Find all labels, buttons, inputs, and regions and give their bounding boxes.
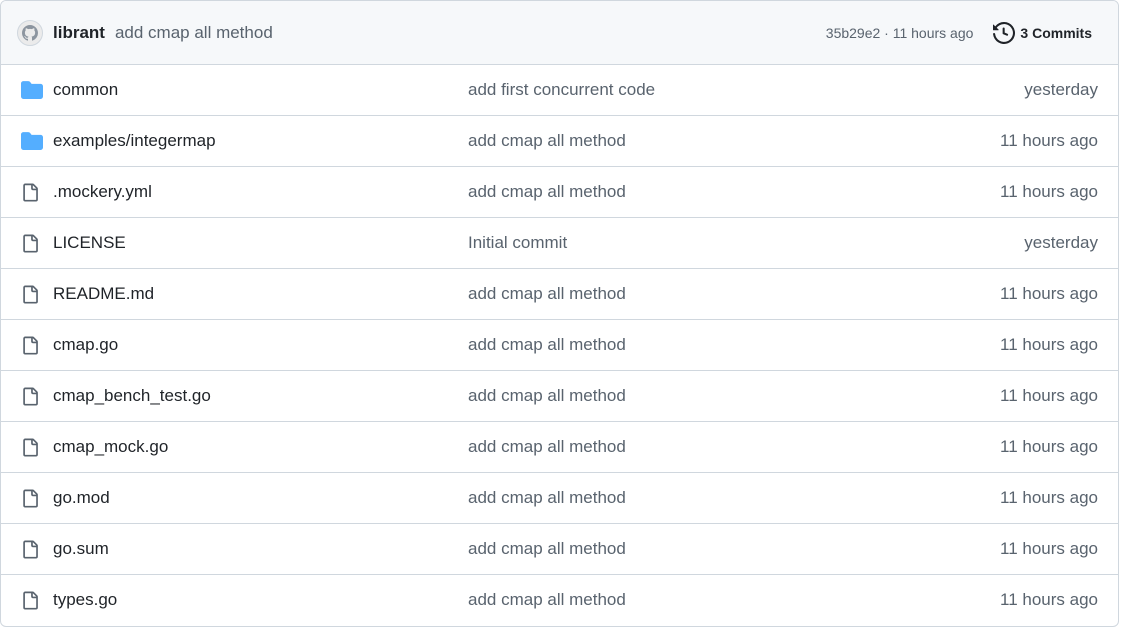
file-icon (1, 437, 53, 458)
file-commit-time: yesterday (1024, 233, 1098, 252)
file-icon (1, 590, 53, 611)
file-commit-message-link[interactable]: add cmap all method (468, 182, 898, 202)
file-name-link[interactable]: common (53, 80, 468, 100)
file-commit-message-link[interactable]: add cmap all method (468, 335, 898, 355)
file-icon (1, 386, 53, 407)
file-commit-message-link[interactable]: add first concurrent code (468, 80, 898, 100)
file-commit-message-link[interactable]: add cmap all method (468, 131, 898, 151)
latest-commit-header: librant add cmap all method 35b29e2 · 11… (1, 1, 1118, 65)
file-commit-message-link[interactable]: add cmap all method (468, 284, 898, 304)
file-name-link[interactable]: go.mod (53, 488, 468, 508)
commit-author-link[interactable]: librant (53, 23, 105, 43)
file-icon (1, 284, 53, 305)
history-clock-icon (993, 21, 1016, 44)
file-name-link[interactable]: cmap_mock.go (53, 437, 468, 457)
file-icon (1, 539, 53, 560)
file-name-link[interactable]: cmap_bench_test.go (53, 386, 468, 406)
folder-icon (1, 81, 53, 99)
file-row[interactable]: go.sum add cmap all method 11 hours ago (1, 524, 1118, 575)
commits-link[interactable]: 3 Commits (993, 21, 1092, 44)
file-row[interactable]: examples/integermap add cmap all method … (1, 116, 1118, 167)
commits-count-label: 3 Commits (1020, 24, 1092, 41)
file-row[interactable]: go.mod add cmap all method 11 hours ago (1, 473, 1118, 524)
file-name-link[interactable]: cmap.go (53, 335, 468, 355)
file-commit-time: 11 hours ago (1000, 437, 1098, 456)
file-commit-message-link[interactable]: add cmap all method (468, 488, 898, 508)
file-commit-time: 11 hours ago (1000, 335, 1098, 354)
file-row[interactable]: types.go add cmap all method 11 hours ag… (1, 575, 1118, 625)
github-avatar-icon[interactable] (17, 19, 43, 46)
file-icon (1, 335, 53, 356)
file-icon (1, 182, 53, 203)
file-row[interactable]: LICENSE Initial commit yesterday (1, 218, 1118, 269)
file-name-link[interactable]: LICENSE (53, 233, 468, 253)
file-commit-time: 11 hours ago (1000, 488, 1098, 507)
file-commit-time: 11 hours ago (1000, 539, 1098, 558)
file-icon (1, 233, 53, 254)
file-icon (1, 488, 53, 509)
file-commit-message-link[interactable]: add cmap all method (468, 386, 898, 406)
file-row[interactable]: common add first concurrent code yesterd… (1, 65, 1118, 116)
file-commit-time: 11 hours ago (1000, 284, 1098, 303)
file-row[interactable]: README.md add cmap all method 11 hours a… (1, 269, 1118, 320)
file-commit-time: 11 hours ago (1000, 386, 1098, 405)
file-name-link[interactable]: types.go (53, 590, 468, 610)
file-row[interactable]: .mockery.yml add cmap all method 11 hour… (1, 167, 1118, 218)
file-commit-time: yesterday (1024, 80, 1098, 99)
file-commit-message-link[interactable]: add cmap all method (468, 590, 898, 610)
file-commit-time: 11 hours ago (1000, 182, 1098, 201)
file-commit-time: 11 hours ago (1000, 131, 1098, 150)
file-commit-message-link[interactable]: add cmap all method (468, 437, 898, 457)
file-list: common add first concurrent code yesterd… (1, 65, 1118, 625)
file-name-link[interactable]: examples/integermap (53, 131, 468, 151)
commit-sha-time[interactable]: 35b29e2 · 11 hours ago (826, 25, 974, 41)
commit-message-link[interactable]: add cmap all method (115, 23, 826, 43)
file-name-link[interactable]: README.md (53, 284, 468, 304)
folder-icon (1, 132, 53, 150)
file-commit-time: 11 hours ago (1000, 590, 1098, 609)
file-commit-message-link[interactable]: Initial commit (468, 233, 898, 253)
file-browser: librant add cmap all method 35b29e2 · 11… (0, 0, 1119, 627)
file-name-link[interactable]: go.sum (53, 539, 468, 559)
file-row[interactable]: cmap_mock.go add cmap all method 11 hour… (1, 422, 1118, 473)
file-commit-message-link[interactable]: add cmap all method (468, 539, 898, 559)
file-row[interactable]: cmap.go add cmap all method 11 hours ago (1, 320, 1118, 371)
file-row[interactable]: cmap_bench_test.go add cmap all method 1… (1, 371, 1118, 422)
file-name-link[interactable]: .mockery.yml (53, 182, 468, 202)
